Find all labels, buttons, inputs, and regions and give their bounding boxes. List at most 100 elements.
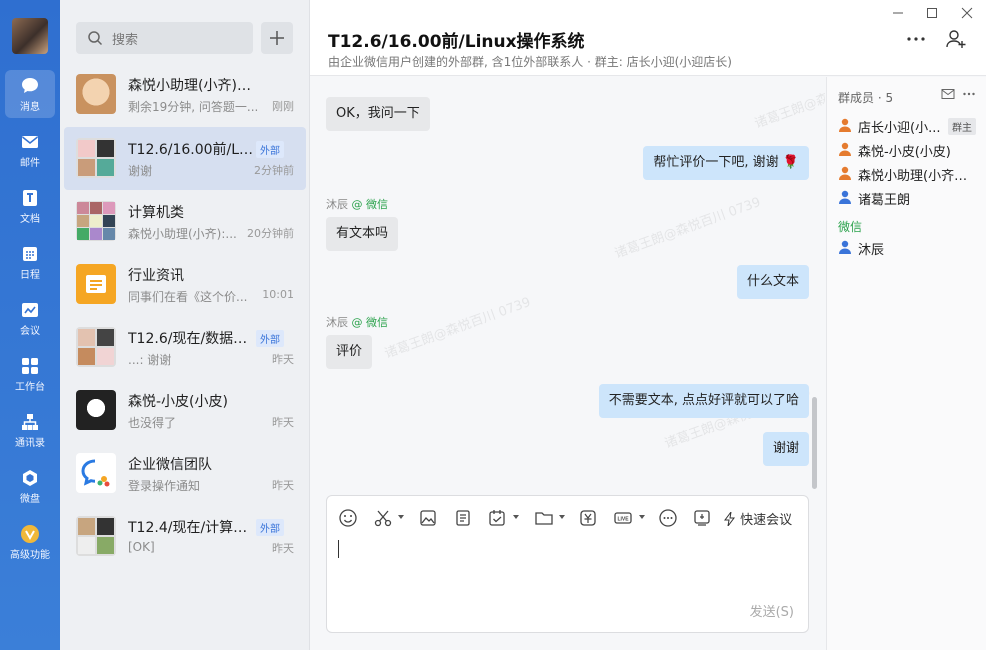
conversation-time: 2分钟前 (254, 164, 294, 177)
message-bubble-incoming[interactable]: OK，我问一下 (326, 97, 430, 131)
nav-mail[interactable]: 邮件 (5, 126, 55, 174)
nav-advanced[interactable]: 高级功能 (5, 518, 55, 566)
red-packet-icon[interactable] (578, 508, 598, 528)
conversation-item[interactable]: 企业微信团队 登录操作通知 昨天 (64, 442, 306, 505)
nav-messages[interactable]: 消息 (5, 70, 55, 118)
conversation-item[interactable]: T12.6/16.00前/Lin... 外部 谢谢 2分钟前 (64, 127, 306, 190)
member-name: 森悦小助理(小齐)(... (858, 169, 968, 184)
conversation-preview: 剩余19分钟, 问答题一... (128, 100, 259, 114)
add-member-icon[interactable] (945, 28, 967, 50)
nav-label: 日程 (20, 270, 40, 281)
nav-label: 通讯录 (15, 438, 45, 449)
member-item[interactable]: 森悦小助理(小齐)(... (837, 163, 982, 184)
message-bubble-outgoing[interactable]: 谢谢 (762, 432, 809, 466)
screen-share-icon[interactable] (692, 508, 712, 528)
member-item[interactable]: 店长小迎(小... 群主 (837, 115, 982, 136)
conversation-name: 森悦-小皮(小皮) (128, 394, 228, 410)
message-sender: 沐辰 @ 微信 (326, 196, 388, 212)
quick-meeting-label: 快速会议 (740, 513, 793, 528)
chevron-down-icon[interactable] (559, 515, 565, 520)
conversation-item[interactable]: 森悦小助理(小齐)(小齐) 剩余19分钟, 问答题一... 刚刚 (64, 63, 306, 126)
nav-docs[interactable]: 文档 (5, 182, 55, 230)
message-composer[interactable]: LIVE 快速会议 发送(S) (326, 495, 809, 633)
sender-name: 沐辰 (326, 316, 348, 329)
minimize-icon[interactable] (889, 4, 907, 22)
conversation-name: T12.6/16.00前/Lin... (128, 142, 254, 158)
chevron-down-icon[interactable] (513, 515, 519, 520)
nav-workbench[interactable]: 工作台 (5, 350, 55, 398)
message-list: 诸葛王朗@森悦百川 0739 诸葛王朗@森悦百川 0739 诸葛王朗@森悦百川 … (310, 77, 825, 490)
nav-label: 会议 (20, 326, 40, 337)
chevron-down-icon[interactable] (639, 515, 645, 520)
person-icon (839, 118, 851, 132)
wechat-tag: @ 微信 (351, 198, 389, 211)
members-panel: 群成员 · 5 店长小迎(小... 群主 森悦-小皮(小皮) 森悦小助理(小齐)… (826, 77, 986, 650)
more-circle-icon[interactable] (658, 508, 678, 528)
message-bubble-outgoing[interactable]: 什么文本 (736, 265, 809, 299)
conversation-item[interactable]: T12.4/现在/计算机... 外部 [OK] 昨天 (64, 505, 306, 568)
emoji-icon[interactable] (338, 508, 358, 528)
maximize-icon[interactable] (923, 4, 941, 22)
conversation-avatar (76, 74, 116, 114)
more-icon[interactable] (905, 30, 927, 48)
conversation-preview: ...: 谢谢 (128, 353, 172, 367)
search-placeholder: 搜索 (112, 33, 139, 48)
member-name: 店长小迎(小... (858, 121, 941, 136)
conversation-item[interactable]: T12.6/现在/数据库... 外部 ...: 谢谢 昨天 (64, 316, 306, 379)
conversation-item[interactable]: 行业资讯 同事们在看《这个价... 10:01 (64, 253, 306, 316)
doc-icon[interactable] (453, 508, 473, 528)
external-badge: 外部 (256, 519, 284, 536)
nav-drive[interactable]: 微盘 (5, 462, 55, 510)
conversation-time: 昨天 (272, 479, 294, 492)
person-icon (839, 190, 851, 204)
scrollbar[interactable] (812, 397, 817, 489)
calendar-icon (23, 247, 37, 261)
mail-icon[interactable] (941, 88, 955, 100)
message-bubble-outgoing[interactable]: 帮忙评价一下吧, 谢谢 🌹 (643, 146, 809, 180)
chat-header: T12.6/16.00前/Linux操作系统 由企业微信用户创建的外部群, 含1… (310, 0, 986, 76)
nav-label: 高级功能 (10, 550, 50, 561)
more-icon[interactable] (962, 88, 976, 100)
text-cursor (338, 540, 339, 558)
member-name: 森悦-小皮(小皮) (858, 145, 951, 160)
member-item[interactable]: 沐辰 (837, 237, 982, 258)
conversation-preview: [OK] (128, 540, 155, 554)
conversation-name: 企业微信团队 (128, 457, 212, 473)
send-button[interactable]: 发送(S) (750, 601, 794, 620)
close-icon[interactable] (958, 4, 976, 22)
grid-icon (22, 358, 38, 374)
conversation-item[interactable]: 计算机类 森悦小助理(小齐):... 20分钟前 (64, 190, 306, 253)
create-button[interactable] (261, 22, 293, 54)
member-name: 诸葛王朗 (858, 193, 911, 208)
search-input[interactable]: 搜索 (76, 22, 253, 54)
conversation-item[interactable]: 森悦-小皮(小皮) 也没得了 昨天 (64, 379, 306, 442)
plus-icon (270, 31, 284, 45)
news-icon (76, 264, 116, 304)
chevron-down-icon[interactable] (398, 515, 404, 520)
live-icon[interactable]: LIVE (613, 508, 633, 528)
nav-label: 文档 (20, 214, 40, 225)
conversation-name: T12.4/现在/计算机... (128, 520, 254, 536)
nav-contacts[interactable]: 通讯录 (5, 406, 55, 454)
conversation-name: 行业资讯 (128, 268, 184, 284)
message-bubble-outgoing[interactable]: 不需要文本, 点点好评就可以了哈 (598, 384, 809, 418)
nav-meetings[interactable]: 会议 (5, 294, 55, 342)
conversation-preview: 登录操作通知 (128, 479, 201, 493)
chat-title: T12.6/16.00前/Linux操作系统 (328, 32, 585, 52)
chat-bubble-icon (22, 78, 38, 93)
quick-meeting-button[interactable]: 快速会议 (724, 509, 792, 528)
message-bubble-incoming[interactable]: 有文本吗 (326, 217, 399, 251)
nav-calendar[interactable]: 日程 (5, 238, 55, 286)
member-item[interactable]: 森悦-小皮(小皮) (837, 139, 982, 160)
member-item[interactable]: 诸葛王朗 (837, 187, 982, 208)
todo-icon[interactable] (487, 508, 507, 528)
message-bubble-incoming[interactable]: 评价 (326, 335, 373, 369)
member-name: 沐辰 (858, 243, 885, 258)
wechat-tag: @ 微信 (351, 316, 389, 329)
org-chart-icon (22, 414, 38, 430)
conversation-preview: 森悦小助理(小齐):... (128, 227, 237, 241)
image-icon[interactable] (418, 508, 438, 528)
scissors-icon[interactable] (373, 508, 393, 528)
folder-icon[interactable] (534, 508, 554, 528)
user-avatar[interactable] (12, 18, 48, 54)
